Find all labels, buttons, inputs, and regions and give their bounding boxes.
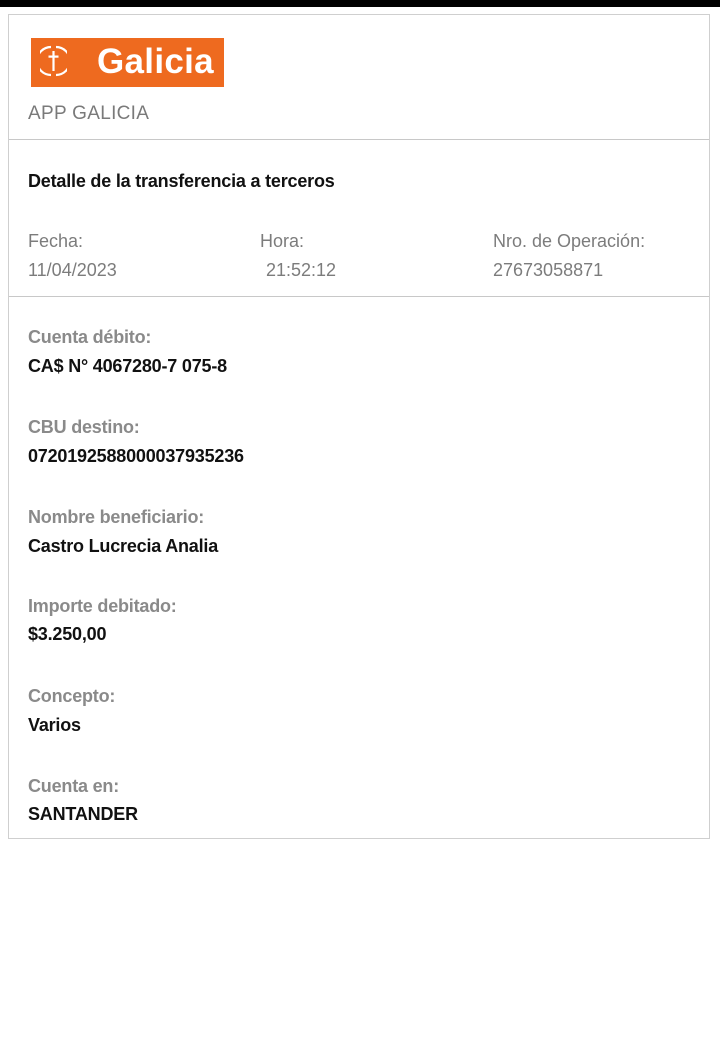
galicia-cross-icon <box>40 45 67 77</box>
transfer-receipt-card: Galicia APP GALICIA Detalle de la transf… <box>8 14 710 839</box>
destination-cbu-value: 0720192588000037935236 <box>28 446 244 466</box>
status-bar <box>0 0 720 7</box>
date-value: 11/04/2023 <box>28 260 117 280</box>
amount-debited-label: Importe debitado: <box>28 596 177 616</box>
debit-account-label: Cuenta débito: <box>28 327 152 347</box>
section-divider <box>9 296 709 297</box>
date-label: Fecha: <box>28 231 84 251</box>
galicia-logo: Galicia <box>31 38 224 87</box>
beneficiary-name-label: Nombre beneficiario: <box>28 507 205 527</box>
page-title: Detalle de la transferencia a terceros <box>28 171 335 191</box>
concept-value: Varios <box>28 715 81 735</box>
app-name: APP GALICIA <box>28 103 150 124</box>
destination-cbu-label: CBU destino: <box>28 417 140 437</box>
logo-text: Galicia <box>97 42 214 81</box>
amount-debited-value: $3.250,00 <box>28 624 107 644</box>
destination-bank-label: Cuenta en: <box>28 776 120 796</box>
operation-number-label: Nro. de Operación: <box>493 231 646 251</box>
time-label: Hora: <box>260 231 305 251</box>
beneficiary-name-value: Castro Lucrecia Analia <box>28 536 219 556</box>
receipt-header: Galicia APP GALICIA <box>9 15 709 140</box>
debit-account-value: CA$ N° 4067280-7 075-8 <box>28 356 227 376</box>
destination-bank-value: SANTANDER <box>28 804 138 824</box>
concept-label: Concepto: <box>28 686 116 706</box>
operation-number-value: 27673058871 <box>493 260 604 280</box>
time-value: 21:52:12 <box>266 260 337 280</box>
